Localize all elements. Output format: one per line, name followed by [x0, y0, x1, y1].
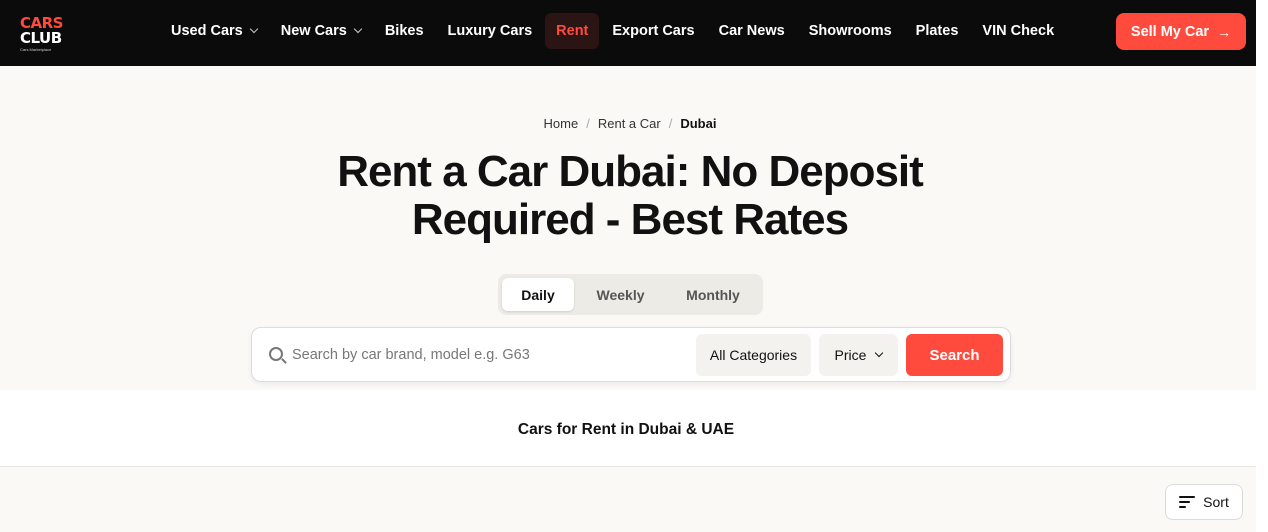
cars-club-logo[interactable]: CARS CLUB Cars Marketplace — [20, 16, 66, 53]
breadcrumb-current: Dubai — [680, 116, 717, 131]
breadcrumb: Home / Rent a Car / Dubai — [0, 116, 1260, 131]
chevron-down-icon — [875, 348, 884, 358]
nav-new-cars-label: New Cars — [280, 23, 347, 39]
nav-export-cars[interactable]: Export Cars — [601, 13, 705, 49]
category-select[interactable]: All Categories — [696, 334, 811, 376]
nav-luxury-cars-label: Luxury Cars — [447, 23, 533, 39]
nav-bikes[interactable]: Bikes — [374, 13, 435, 49]
search-bar: All Categories Price Search — [251, 327, 1011, 382]
nav-plates[interactable]: Plates — [905, 13, 970, 49]
nav-used-cars[interactable]: Used Cars — [160, 13, 268, 49]
nav-car-news-label: Car News — [718, 23, 785, 39]
nav-rent[interactable]: Rent — [545, 13, 600, 49]
listing-area — [0, 467, 1256, 532]
page-title-line-2: Required - Best Rates — [411, 195, 849, 244]
search-icon — [269, 347, 283, 361]
nav-export-cars-label: Export Cars — [612, 23, 695, 39]
sell-my-car-label: Sell My Car — [1130, 23, 1210, 40]
nav-vin-check-label: VIN Check — [982, 23, 1055, 39]
nav-car-news[interactable]: Car News — [708, 13, 796, 49]
nav-plates-label: Plates — [915, 23, 959, 39]
breadcrumb-home[interactable]: Home — [544, 116, 579, 131]
logo-tagline: Cars Marketplace — [20, 47, 52, 52]
nav-bikes-label: Bikes — [384, 23, 424, 39]
breadcrumb-separator: / — [668, 116, 673, 131]
search-input[interactable] — [292, 342, 692, 368]
arrow-right-icon: → — [1217, 23, 1232, 40]
sort-icon — [1179, 496, 1196, 508]
page-title: Rent a Car Dubai: No Deposit Required - … — [230, 148, 1030, 244]
tab-daily[interactable]: Daily — [502, 278, 574, 311]
price-select-label: Price — [834, 347, 867, 363]
tab-weekly[interactable]: Weekly — [574, 278, 667, 311]
breadcrumb-separator: / — [586, 116, 590, 131]
sell-my-car-button[interactable]: Sell My Car → — [1116, 13, 1246, 50]
category-select-label: All Categories — [709, 347, 798, 363]
sort-button[interactable]: Sort — [1165, 484, 1243, 520]
chevron-down-icon — [353, 24, 363, 34]
nav-rent-label: Rent — [556, 23, 589, 39]
chevron-down-icon — [249, 24, 258, 34]
nav-used-cars-label: Used Cars — [171, 23, 243, 39]
nav-new-cars[interactable]: New Cars — [270, 13, 372, 49]
main-nav: Used Cars New Cars Bikes Luxury Cars Ren… — [160, 13, 1067, 49]
search-button[interactable]: Search — [906, 334, 1003, 376]
price-select[interactable]: Price — [819, 334, 898, 376]
section-title: Cars for Rent in Dubai & UAE — [517, 421, 735, 438]
nav-vin-check[interactable]: VIN Check — [971, 13, 1065, 49]
nav-showrooms-label: Showrooms — [808, 23, 892, 39]
logo-line-2: CLUB — [20, 29, 62, 47]
nav-luxury-cars[interactable]: Luxury Cars — [437, 13, 544, 49]
nav-showrooms[interactable]: Showrooms — [798, 13, 903, 49]
sort-label: Sort — [1203, 494, 1229, 510]
rental-period-tabs: Daily Weekly Monthly — [498, 274, 763, 315]
page-title-line-1: Rent a Car Dubai: No Deposit — [337, 147, 924, 196]
top-navbar: CARS CLUB Cars Marketplace Used Cars New… — [0, 0, 1256, 66]
tab-monthly[interactable]: Monthly — [667, 278, 759, 311]
breadcrumb-rent-a-car[interactable]: Rent a Car — [598, 116, 661, 131]
